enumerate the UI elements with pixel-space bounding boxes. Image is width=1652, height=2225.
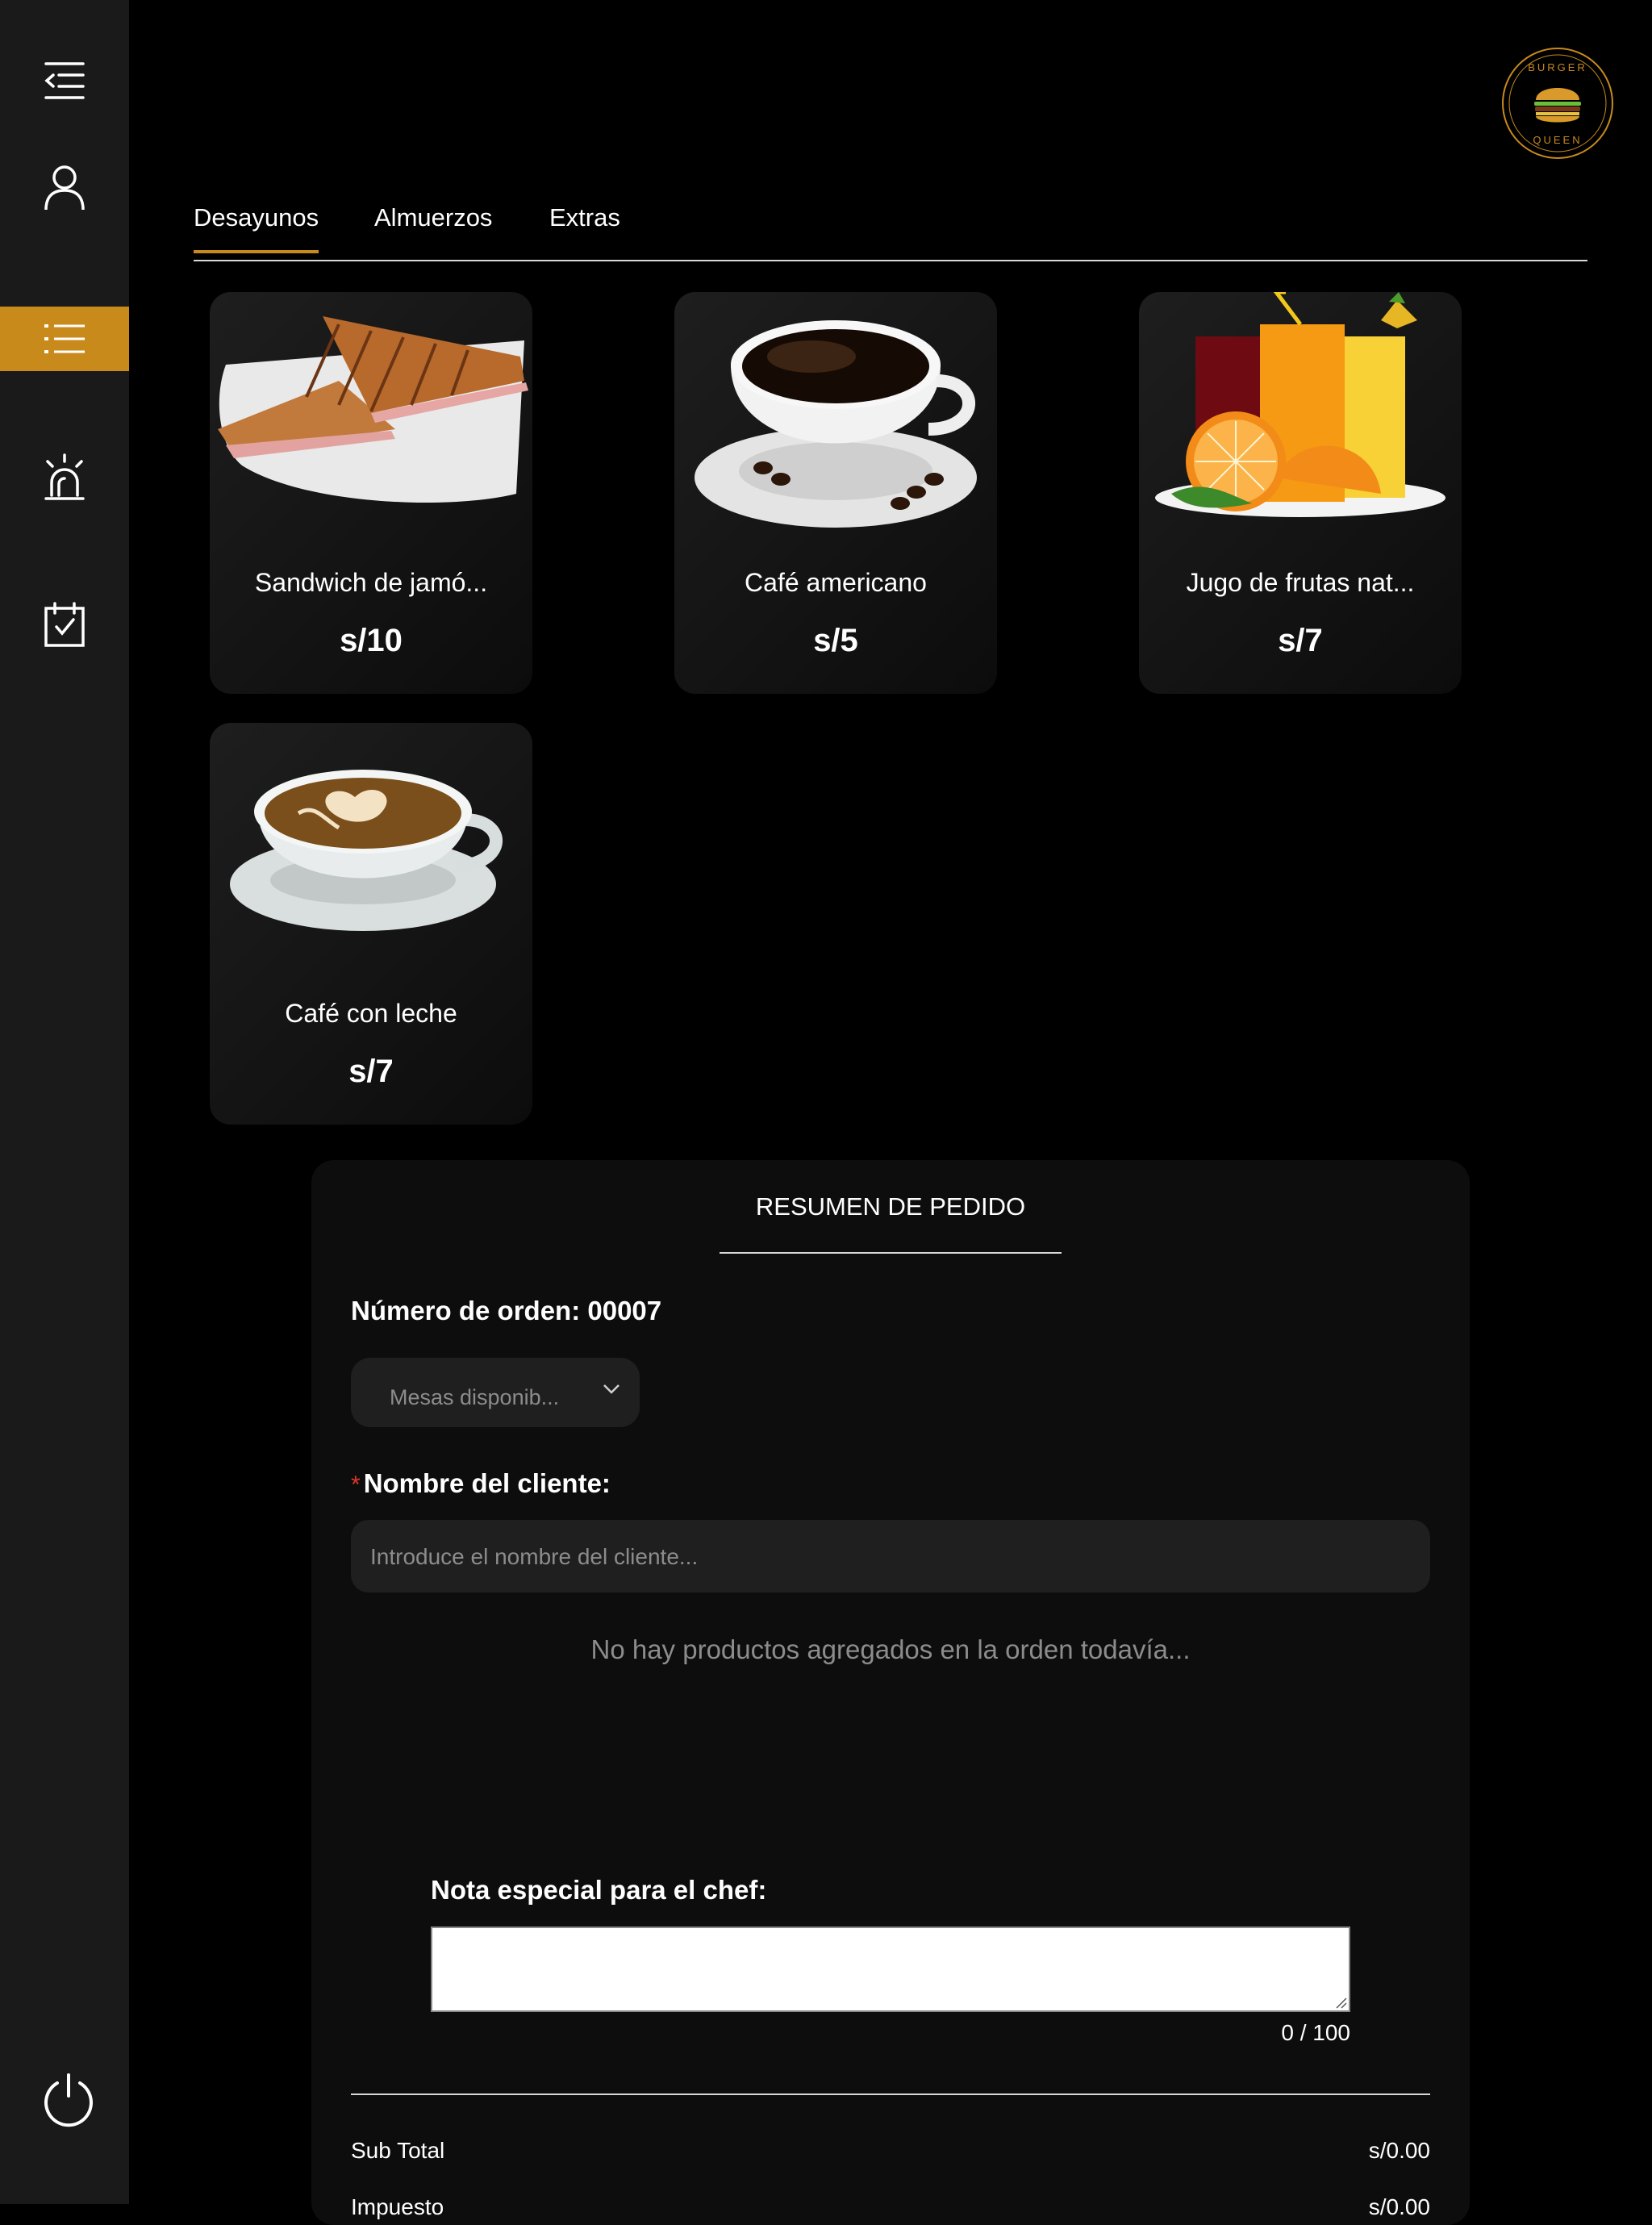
product-card[interactable]: Sandwich de jamó... s/10 [210,292,532,694]
chef-note-textarea[interactable] [431,1927,1350,2012]
chef-note-label: Nota especial para el chef: [431,1875,767,1905]
tab-desayunos[interactable]: Desayunos [194,203,319,253]
tables-select-placeholder: Mesas disponib... [390,1385,560,1409]
client-name-label: * Nombre del cliente: [351,1468,611,1499]
resize-handle-icon[interactable] [1334,1996,1347,2009]
tab-extras[interactable]: Extras [549,203,620,250]
sidebar-collapse-button[interactable] [0,48,129,113]
sidebar-item-menu[interactable] [0,307,129,371]
summary-title: RESUMEN DE PEDIDO [755,1192,1026,1221]
category-tabs: Desayunos Almuerzos Extras [194,194,1587,261]
svg-text:BURGER: BURGER [1528,61,1587,73]
subtotal-value: s/0.00 [1368,2138,1430,2163]
product-price: s/7 [1278,623,1323,658]
product-price: s/5 [813,623,858,658]
user-icon [44,165,85,211]
coffee-cup-image [695,320,977,528]
product-card[interactable]: Café con leche s/7 [210,723,532,1125]
tables-select[interactable]: Mesas disponib... [351,1358,640,1427]
totals-divider [351,2094,1430,2095]
burger-queen-logo: BURGER QUEEN [1497,47,1618,160]
sidebar-item-alerts[interactable] [0,445,129,510]
calendar-check-icon [44,602,85,647]
sidebar [0,0,129,2204]
collapse-menu-icon [44,62,85,99]
svg-text:QUEEN: QUEEN [1533,134,1582,146]
product-name: Jugo de frutas nat... [1186,568,1415,597]
product-price: s/10 [340,623,403,658]
chef-note-counter: 0 / 100 [1281,2020,1350,2045]
product-card[interactable]: Café americano s/5 [674,292,997,694]
sidebar-item-profile[interactable] [0,155,129,219]
latte-cup-image [230,770,503,931]
order-number: Número de orden: 00007 [351,1296,662,1325]
summary-title-divider [720,1252,1062,1254]
alarm-icon [44,453,85,500]
product-name: Café con leche [285,999,457,1028]
client-name-label-text: Nombre del cliente: [363,1468,611,1498]
order-summary-panel: RESUMEN DE PEDIDO Número de orden: 00007… [311,1160,1470,2225]
product-name: Café americano [745,568,927,597]
juice-glasses-image [1155,292,1446,517]
logout-button[interactable] [0,2065,137,2135]
tab-almuerzos[interactable]: Almuerzos [374,203,492,250]
list-icon [44,324,85,353]
client-name-placeholder: Introduce el nombre del cliente... [370,1544,699,1569]
product-card[interactable]: Jugo de frutas nat... s/7 [1139,292,1462,694]
subtotal-label: Sub Total [351,2138,445,2163]
sandwich-image [218,316,528,503]
chevron-down-icon [603,1384,620,1394]
power-icon [44,2073,93,2127]
tax-label: Impuesto [351,2194,444,2219]
sidebar-item-orders[interactable] [0,592,129,657]
client-name-input[interactable]: Introduce el nombre del cliente... [351,1520,1430,1593]
product-name: Sandwich de jamó... [254,568,488,597]
required-mark: * [351,1472,361,1498]
product-price: s/7 [348,1054,394,1089]
tax-value: s/0.00 [1368,2194,1430,2219]
empty-order-message: No hay productos agregados en la orden t… [590,1634,1191,1664]
